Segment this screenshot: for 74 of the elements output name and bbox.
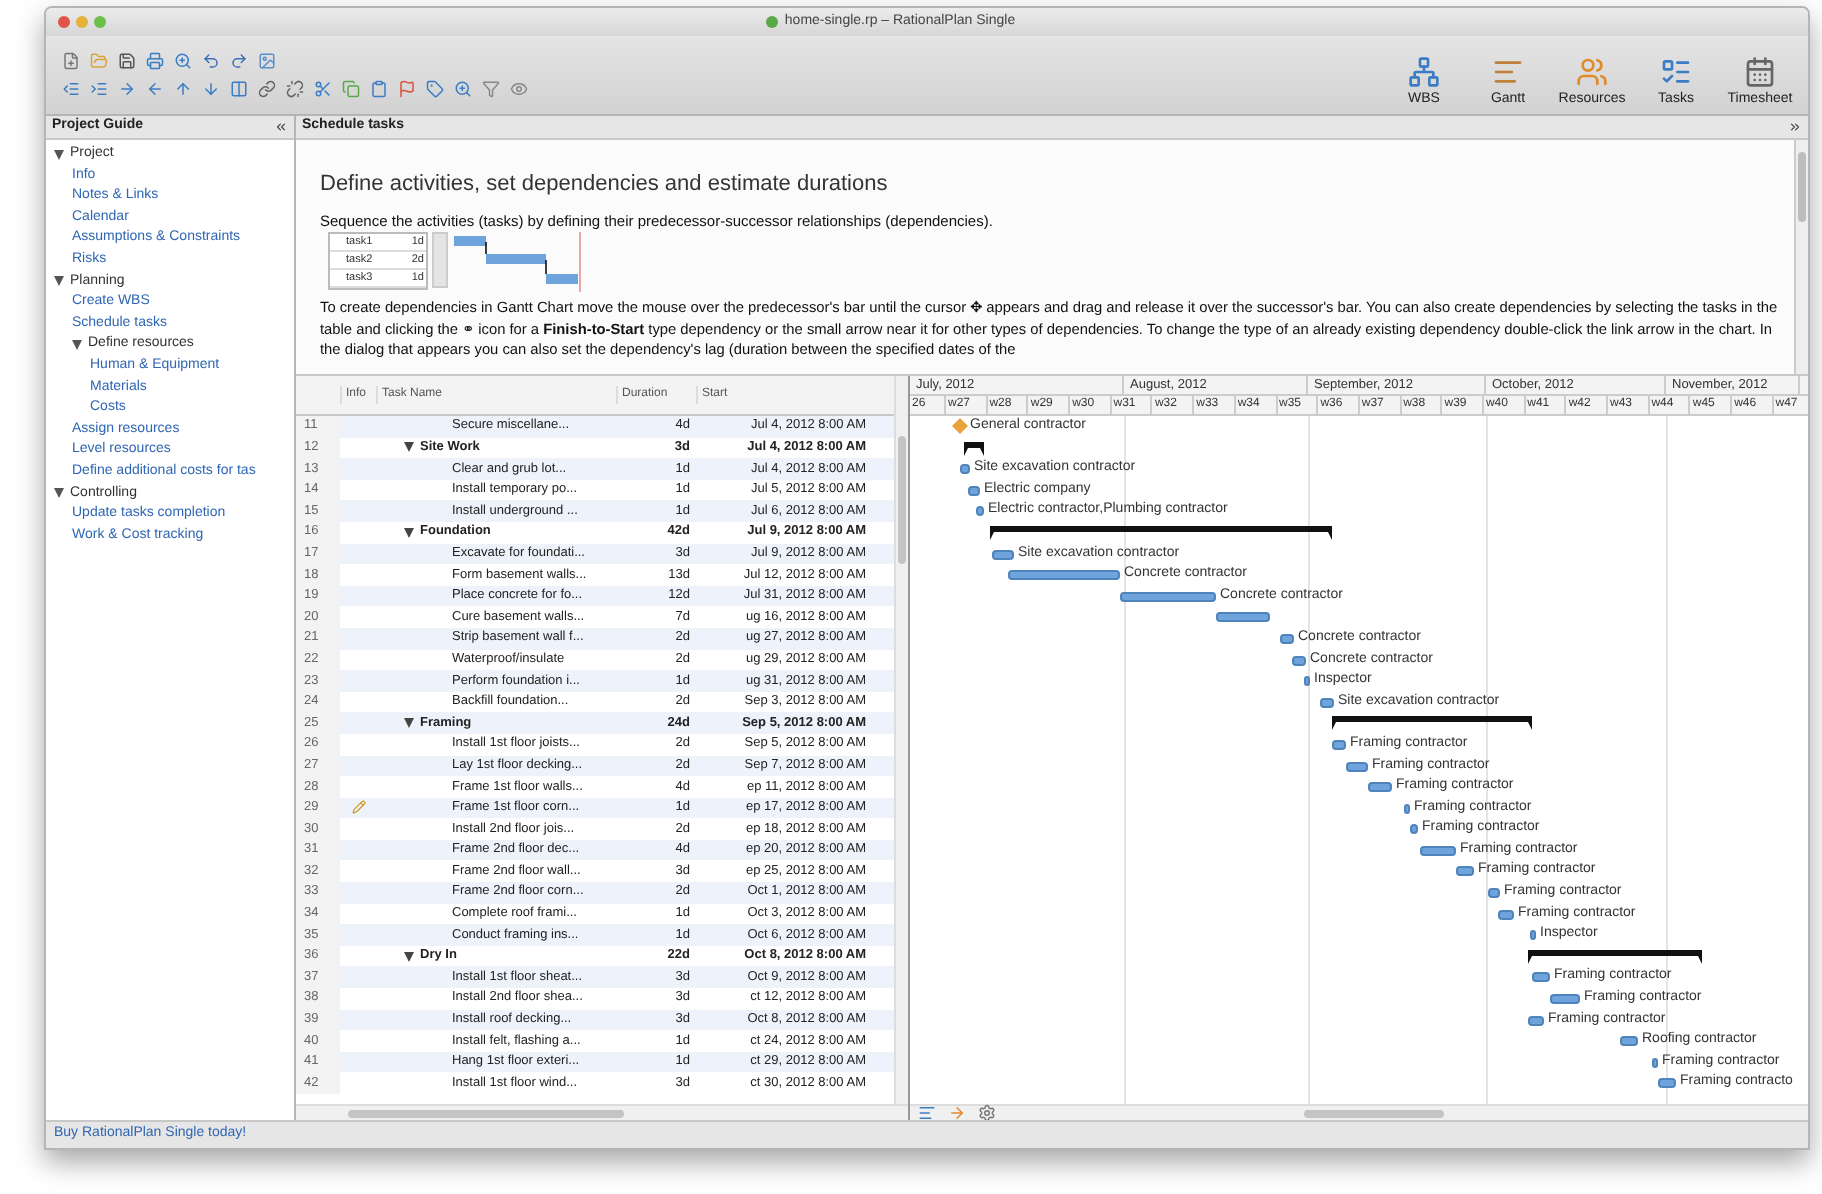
save-icon[interactable] bbox=[114, 49, 138, 73]
task-bar[interactable] bbox=[1456, 866, 1474, 877]
undo-icon[interactable] bbox=[198, 49, 222, 73]
task-bar[interactable] bbox=[1304, 676, 1310, 687]
expand-icon[interactable] bbox=[1788, 120, 1802, 134]
task-bar[interactable] bbox=[1652, 1057, 1658, 1068]
task-bar[interactable] bbox=[1368, 782, 1392, 793]
eye-icon[interactable] bbox=[506, 77, 530, 101]
summary-bar[interactable] bbox=[1528, 949, 1702, 964]
task-bar[interactable] bbox=[1292, 655, 1306, 666]
task-bar[interactable] bbox=[1320, 697, 1334, 708]
settings-icon[interactable] bbox=[974, 1101, 998, 1120]
zoom-in-icon[interactable] bbox=[450, 77, 474, 101]
task-bar[interactable] bbox=[1216, 612, 1270, 623]
image-icon[interactable] bbox=[254, 49, 278, 73]
flag-icon[interactable] bbox=[394, 77, 418, 101]
columns-icon[interactable] bbox=[226, 77, 250, 101]
document-icon bbox=[766, 16, 779, 28]
hierarchy-icon bbox=[1408, 55, 1440, 87]
scrollbar bbox=[432, 232, 448, 288]
summary-bar[interactable] bbox=[1332, 716, 1532, 731]
outdent-icon[interactable] bbox=[58, 77, 82, 101]
link-icon[interactable] bbox=[254, 77, 278, 101]
summary-bar[interactable] bbox=[990, 525, 1332, 540]
help-heading: Define activities, set dependencies and estimate durations bbox=[320, 172, 890, 196]
indent-icon[interactable] bbox=[86, 77, 110, 101]
checklist-icon bbox=[1660, 55, 1692, 87]
disclosure-triangle-icon[interactable] bbox=[54, 149, 64, 160]
task-bar[interactable] bbox=[992, 549, 1014, 560]
collapse-icon[interactable] bbox=[274, 120, 288, 134]
task-bar[interactable] bbox=[1410, 824, 1418, 835]
task-bar[interactable] bbox=[1120, 591, 1216, 602]
disclosure-triangle-icon[interactable] bbox=[54, 276, 64, 287]
disclosure-triangle-icon[interactable] bbox=[404, 527, 414, 538]
zoom-in-icon[interactable] bbox=[170, 49, 194, 73]
task-bar[interactable] bbox=[1280, 633, 1294, 644]
disclosure-triangle-icon[interactable] bbox=[404, 718, 414, 729]
disclosure-triangle-icon[interactable] bbox=[72, 340, 82, 351]
task-bar[interactable] bbox=[1488, 888, 1500, 899]
unlink-icon[interactable] bbox=[282, 77, 306, 101]
disclosure-triangle-icon[interactable] bbox=[404, 951, 414, 962]
task-bar[interactable] bbox=[1420, 845, 1456, 856]
task-bar[interactable] bbox=[960, 464, 970, 475]
printer-icon[interactable] bbox=[142, 49, 166, 73]
redo-icon[interactable] bbox=[226, 49, 250, 73]
task-bar[interactable] bbox=[976, 506, 984, 517]
task-bar[interactable] bbox=[1404, 803, 1410, 814]
task-bar[interactable] bbox=[968, 485, 980, 496]
task-bar[interactable] bbox=[1008, 570, 1120, 581]
task-bar[interactable] bbox=[1550, 994, 1580, 1005]
bars-icon bbox=[1492, 55, 1524, 87]
copy-icon[interactable] bbox=[338, 77, 362, 101]
task-bar[interactable] bbox=[1532, 972, 1550, 983]
clipboard-icon[interactable] bbox=[366, 77, 390, 101]
disclosure-triangle-icon[interactable] bbox=[54, 488, 64, 499]
task-bar[interactable] bbox=[1332, 739, 1346, 750]
task-bar[interactable] bbox=[1530, 930, 1536, 941]
filter-icon[interactable] bbox=[478, 77, 502, 101]
tag-icon[interactable] bbox=[422, 77, 446, 101]
close-window-button[interactable] bbox=[58, 16, 70, 28]
calendar-icon bbox=[1744, 55, 1776, 87]
task-bar[interactable] bbox=[1498, 909, 1514, 920]
task-bar[interactable] bbox=[1658, 1078, 1676, 1089]
chart-icon[interactable] bbox=[914, 1101, 938, 1120]
people-icon bbox=[1576, 55, 1608, 87]
task-bar[interactable] bbox=[1620, 1036, 1638, 1047]
task-bar[interactable] bbox=[1528, 1015, 1544, 1026]
pencil-icon[interactable] bbox=[351, 800, 365, 815]
disclosure-triangle-icon[interactable] bbox=[404, 442, 414, 453]
example-gantt-drawing bbox=[454, 232, 582, 292]
new-file-icon[interactable] bbox=[58, 49, 82, 73]
task-bar[interactable] bbox=[1346, 761, 1368, 771]
summary-bar[interactable] bbox=[964, 441, 984, 456]
scissors-icon[interactable] bbox=[310, 77, 334, 101]
